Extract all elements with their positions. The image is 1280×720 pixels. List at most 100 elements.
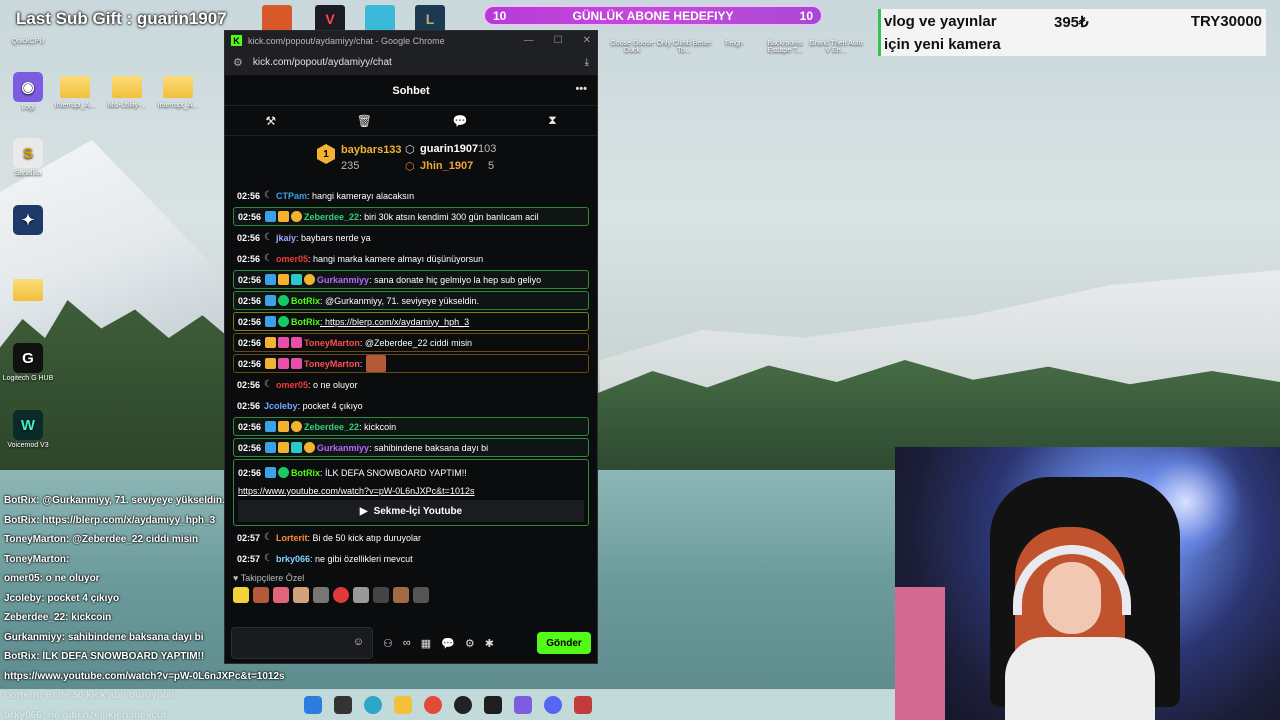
message-username[interactable]: Zeberdee_22 — [304, 212, 359, 222]
stream-overlay-chat: BotRix: @Gurkanmiyy, 71. seviyeye yüksel… — [4, 491, 304, 720]
desktop-icon-interrupt-a-2[interactable]: Interrupt_A... — [150, 72, 206, 109]
message-username[interactable]: ToneyMarton — [304, 338, 360, 348]
message-username[interactable]: BotRix — [291, 317, 320, 327]
chat-message[interactable]: 02:56 ToneyMarton: @Zeberdee_22 ciddi mis… — [233, 333, 589, 352]
more-options-icon[interactable]: ••• — [575, 83, 587, 95]
address-bar[interactable]: ⚙ kick.com/popout/aydamiyy/chat ⤓ — [225, 50, 597, 76]
emoji-picker-icon[interactable]: ☺ — [353, 636, 364, 648]
overlay-chat-line: BotRix: İLK DEFA SNOWBOARD YAPTIM!! — [4, 651, 205, 662]
message-timestamp: 02:56 — [237, 253, 261, 264]
edge-icon[interactable] — [363, 695, 382, 714]
emote-icon[interactable] — [393, 587, 409, 603]
users-icon[interactable]: ⚇ — [383, 637, 393, 650]
chat-bubble-icon[interactable]: 💬 — [453, 114, 468, 128]
chat-message[interactable]: 02:56 ☾ omer05: hangi marka kamere almayı … — [233, 249, 589, 268]
chat-bubble-icon[interactable]: 💬 — [441, 637, 455, 650]
logi-icon[interactable] — [513, 695, 532, 714]
emote-icon[interactable] — [313, 587, 329, 603]
message-username[interactable]: omer05 — [276, 254, 308, 264]
chat-message[interactable]: 02:56 ToneyMarton: — [233, 354, 589, 373]
wallpaper-forest-left — [0, 300, 225, 490]
desktop-icon-goose-goose-duck[interactable]: Goose Goose Duck — [604, 40, 660, 54]
desktop-icon-msi-utility[interactable]: Msi-Utility-... — [99, 72, 155, 109]
message-username[interactable]: Jcoleby — [264, 401, 298, 411]
discord-icon[interactable] — [543, 695, 562, 714]
valorant-icon[interactable]: V — [315, 5, 345, 33]
chat-message[interactable]: 02:56 ☾ jkaiy: baybars nerde ya — [233, 228, 589, 247]
chat-message[interactable]: 02:56 Zeberdee_22: kickcoin — [233, 417, 589, 436]
obs-icon[interactable] — [453, 695, 472, 714]
chat-message[interactable]: 02:56 BotRix: @Gurkanmiyy, 71. seviyeye y… — [233, 291, 589, 310]
infinity-icon[interactable]: ∞ — [403, 637, 411, 649]
chrome-icon[interactable] — [423, 695, 442, 714]
message-username[interactable]: BotRix — [291, 296, 320, 306]
heart-emote-icon[interactable] — [333, 587, 349, 603]
desktop-icon-logitech-ghub[interactable]: G Logitech G HUB — [0, 343, 56, 382]
chat-message[interactable]: 02:56 Jcoleby: pocket 4 çıkıyo — [233, 396, 589, 415]
app-icon[interactable] — [573, 695, 592, 714]
chat-message[interactable]: 02:56 ☾ omer05: o ne oluyor — [233, 375, 589, 394]
url-text[interactable]: kick.com/popout/aydamiyy/chat — [253, 57, 392, 68]
message-timestamp: 02:56 — [238, 442, 262, 453]
message-username[interactable]: Gurkanmiyy — [317, 275, 369, 285]
desktop-icon-game[interactable]: ✦ — [0, 205, 56, 237]
minimize-icon[interactable]: — — [524, 35, 534, 46]
chat-message[interactable]: 02:56 BotRix: https://blerp.com/x/aydamiy… — [233, 312, 589, 331]
message-timestamp: 02:56 — [237, 232, 261, 243]
settings-icon[interactable]: ⚙ — [465, 637, 475, 650]
user-badge-icon — [265, 442, 277, 453]
emote-icon[interactable] — [413, 587, 429, 603]
chat-message[interactable]: 02:56 ☾ CTPam: hangi kamerayı alacaksın — [233, 186, 589, 205]
chat-message[interactable]: 02:56 BotRix: İLK DEFA SNOWBOARD YAPTIM!! — [238, 463, 584, 482]
desktop-icon-interrupt-a[interactable]: Interrupt_A... — [47, 72, 103, 109]
site-info-icon[interactable]: ⚙ — [233, 56, 243, 69]
message-username[interactable]: BotRix — [291, 468, 320, 478]
download-icon[interactable]: ⤓ — [585, 57, 589, 68]
desktop-icon-folder[interactable] — [0, 275, 56, 305]
chat-message[interactable]: 02:56 Gurkanmiyy: sana donate hiç gelmiyo… — [233, 270, 589, 289]
message-username[interactable]: omer05 — [276, 380, 308, 390]
message-username[interactable]: jkaiy — [276, 233, 296, 243]
emote-icon[interactable] — [353, 587, 369, 603]
hourglass-icon[interactable]: ⧗ — [548, 113, 556, 128]
close-icon[interactable]: ✕ — [583, 35, 591, 46]
task-view-icon[interactable] — [333, 695, 352, 714]
trash-icon[interactable]: 🗑 — [357, 114, 372, 128]
desktop-icon-label: Goose Goose Duck — [610, 40, 654, 54]
folder-icon — [60, 76, 90, 98]
desktop-icon-gta-v[interactable]: Grand Theft Auto V En... — [808, 40, 864, 54]
game-shortcut-icon[interactable] — [365, 5, 395, 33]
user-badge-icon — [265, 421, 277, 432]
desktop-icon-sanalika[interactable]: S Sanalika — [0, 138, 56, 177]
game-shortcut-icon[interactable] — [262, 5, 292, 33]
hammer-icon[interactable]: ⚒ — [265, 114, 276, 128]
send-button[interactable]: Gönder — [537, 632, 591, 654]
gift-icon[interactable]: ▦ — [421, 637, 431, 650]
league-of-legends-icon[interactable]: L — [415, 5, 445, 33]
kick-badge-icon[interactable]: ✱ — [485, 637, 494, 650]
desktop-icon-voicemod[interactable]: W Voicemod V3 — [0, 410, 56, 449]
user-badge-icon — [304, 442, 316, 453]
chat-message[interactable]: 02:56 Gurkanmiyy: sahibindene baksana day… — [233, 438, 589, 457]
chat-message[interactable]: 02:56 Zeberdee_22: biri 30k atsın kendimi… — [233, 207, 589, 226]
emote-icon[interactable] — [373, 587, 389, 603]
youtube-icon: ▶ — [359, 505, 368, 517]
message-text: : hangi kamerayı alacaksın — [307, 190, 415, 201]
desktop-icon-only-climb[interactable]: Only Climb Better To... — [656, 40, 712, 54]
windows-start-icon[interactable] — [303, 695, 322, 714]
message-username[interactable]: Zeberdee_22 — [304, 422, 359, 432]
streamlabs-icon[interactable] — [483, 695, 502, 714]
desktop-icon-feign[interactable]: Feign — [706, 40, 762, 47]
kick-logo-icon: K — [231, 35, 242, 46]
message-timestamp: 02:56 — [238, 211, 262, 222]
message-username[interactable]: Gurkanmiyy — [317, 443, 369, 453]
desktop-icon-backrooms[interactable]: Backrooms Escape T... — [757, 40, 813, 54]
message-username[interactable]: ToneyMarton — [304, 359, 360, 369]
desktop-icon-label: QuickCPU — [11, 38, 45, 45]
message-text[interactable]: : https://blerp.com/x/aydamiyy_hph_3 — [320, 317, 469, 327]
message-username[interactable]: CTPam — [276, 191, 307, 201]
maximize-icon[interactable]: ☐ — [554, 35, 563, 46]
window-title-bar[interactable]: K kick.com/popout/aydamiyy/chat - Google… — [225, 31, 597, 50]
leader-first-value: 235 — [341, 160, 360, 172]
file-explorer-icon[interactable] — [393, 695, 412, 714]
